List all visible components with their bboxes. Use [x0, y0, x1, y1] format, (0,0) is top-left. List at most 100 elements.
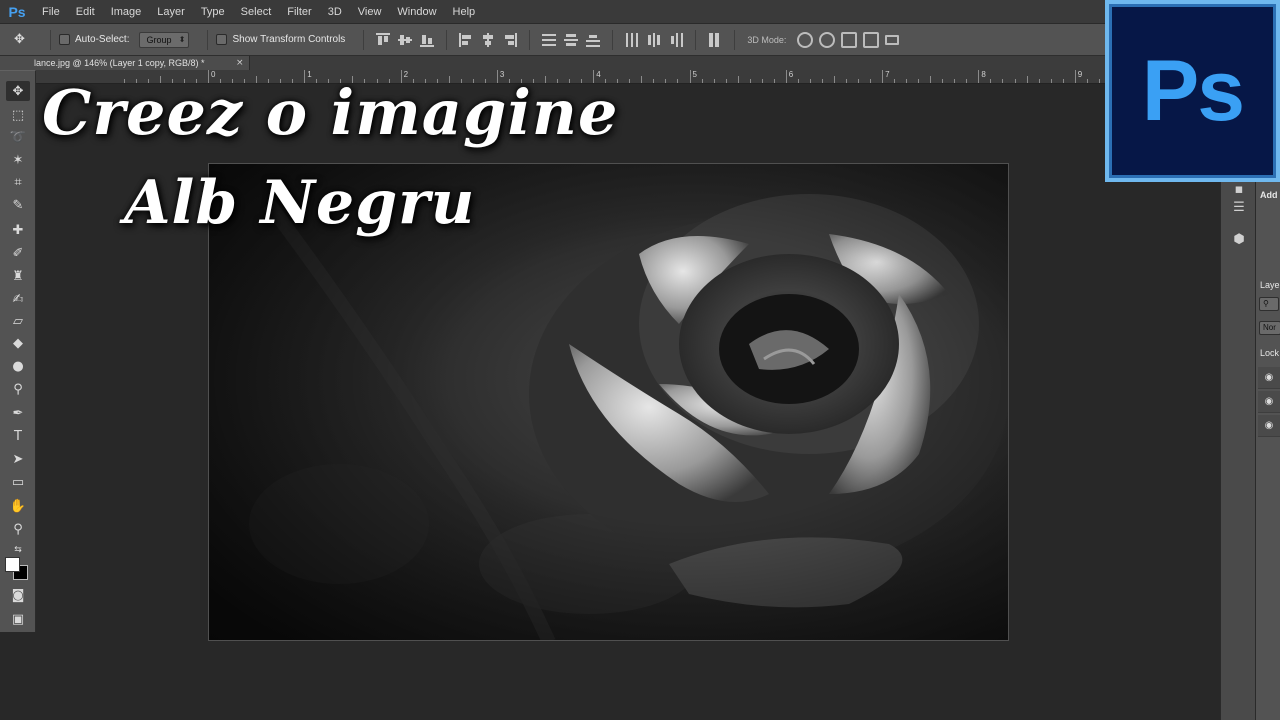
- crop-tool-icon[interactable]: ⌗: [6, 172, 30, 192]
- align-hcenter-icon[interactable]: [481, 32, 495, 47]
- distribute-right-icon[interactable]: [669, 32, 684, 47]
- auto-select-checkbox[interactable]: [59, 34, 70, 45]
- ruler-minor-tick: [809, 79, 811, 83]
- ruler-minor-tick: [472, 79, 474, 83]
- document-tab-title: lance.jpg @ 146% (Layer 1 copy, RGB/8) *: [34, 58, 205, 68]
- separator: [529, 29, 531, 50]
- ruler-minor-tick: [520, 79, 522, 83]
- distribute-hcenter-icon[interactable]: [647, 32, 661, 47]
- 3d-mode-label: 3D Mode:: [747, 34, 787, 45]
- 3d-slide-icon[interactable]: [863, 31, 880, 48]
- quick-mask-icon[interactable]: ◙: [6, 585, 30, 605]
- menu-bar: Ps File Edit Image Layer Type Select Fil…: [0, 0, 1280, 24]
- menu-help[interactable]: Help: [445, 0, 484, 24]
- dodge-tool-icon[interactable]: ⚲: [6, 379, 30, 399]
- align-vcenter-icon[interactable]: [398, 33, 413, 47]
- auto-select-dropdown[interactable]: Group: [139, 31, 190, 48]
- ruler-minor-tick: [821, 79, 823, 83]
- 3d-cube-icon[interactable]: ⬢: [1229, 232, 1249, 250]
- marquee-tool-icon[interactable]: ⬚: [6, 105, 30, 125]
- ruler-minor-tick: [677, 79, 679, 83]
- separator: [695, 29, 697, 50]
- menu-view[interactable]: View: [350, 0, 390, 24]
- clone-stamp-tool-icon[interactable]: ♜: [6, 266, 30, 286]
- ruler-minor-tick: [232, 79, 234, 83]
- move-tool-preset-icon[interactable]: ✥: [14, 32, 42, 47]
- healing-brush-tool-icon[interactable]: ✚: [6, 220, 30, 240]
- screen-mode-icon[interactable]: ▣: [6, 609, 30, 629]
- ruler-major-tick: [689, 70, 691, 83]
- ruler-minor-tick: [424, 79, 426, 83]
- photoshop-logo-tile: Ps: [1109, 4, 1276, 178]
- brush-tool-icon[interactable]: ✐: [6, 243, 30, 263]
- type-tool-icon[interactable]: T: [6, 426, 30, 446]
- menu-3d[interactable]: 3D: [320, 0, 350, 24]
- move-tool-icon[interactable]: ✥: [6, 81, 30, 101]
- distribute-left-icon[interactable]: [625, 32, 639, 47]
- ruler-minor-tick: [833, 76, 835, 83]
- ruler-minor-tick: [147, 79, 149, 83]
- adjustments-sliders-icon[interactable]: ☰: [1229, 200, 1249, 218]
- layer-filter-search-icon[interactable]: ⚲: [1259, 297, 1279, 311]
- history-brush-tool-icon[interactable]: ✍: [6, 289, 30, 309]
- eraser-tool-icon[interactable]: ▱: [6, 311, 30, 331]
- properties-icon[interactable]: ▪: [1229, 182, 1249, 200]
- separator: [734, 29, 736, 50]
- ruler-minor-tick: [460, 79, 462, 83]
- menu-filter[interactable]: Filter: [279, 0, 319, 24]
- ruler-minor-tick: [195, 79, 197, 83]
- layers-panel-tab[interactable]: Laye: [1260, 280, 1280, 290]
- auto-align-layers-icon[interactable]: [708, 32, 722, 47]
- menu-select[interactable]: Select: [233, 0, 280, 24]
- layer-visibility-eye-icon[interactable]: ◉: [1258, 367, 1280, 389]
- distribute-vcenter-icon[interactable]: [564, 33, 579, 47]
- align-left-icon[interactable]: [459, 32, 473, 47]
- menu-file[interactable]: File: [34, 0, 68, 24]
- document-tab[interactable]: lance.jpg @ 146% (Layer 1 copy, RGB/8) *: [0, 56, 250, 70]
- pen-tool-icon[interactable]: ✒: [6, 403, 30, 423]
- ruler-minor-tick: [1026, 76, 1028, 83]
- ruler-minor-tick: [665, 79, 667, 83]
- menu-layer[interactable]: Layer: [149, 0, 193, 24]
- align-bottom-icon[interactable]: [420, 33, 435, 47]
- 3d-pan-icon[interactable]: [841, 31, 858, 48]
- lasso-tool-icon[interactable]: ➰: [6, 127, 30, 147]
- ruler-minor-tick: [268, 79, 270, 83]
- menu-type[interactable]: Type: [193, 0, 233, 24]
- ruler-minor-tick: [448, 76, 450, 83]
- ruler-major-tick: [882, 70, 884, 83]
- hand-tool-icon[interactable]: ✋: [6, 496, 30, 516]
- menu-window[interactable]: Window: [389, 0, 444, 24]
- ruler-minor-tick: [569, 79, 571, 83]
- eyedropper-tool-icon[interactable]: ✎: [6, 195, 30, 215]
- layer-visibility-eye-icon[interactable]: ◉: [1258, 415, 1280, 437]
- distribute-bottom-icon[interactable]: [586, 33, 601, 47]
- blur-tool-icon[interactable]: ●: [6, 356, 30, 376]
- 3d-scale-icon[interactable]: [885, 34, 900, 45]
- close-tab-icon[interactable]: ×: [236, 56, 244, 70]
- 3d-roll-icon[interactable]: [819, 31, 836, 48]
- layer-visibility-eye-icon[interactable]: ◉: [1258, 391, 1280, 413]
- zoom-tool-icon[interactable]: ⚲: [6, 519, 30, 539]
- photoshop-logo-small[interactable]: Ps: [0, 0, 34, 24]
- auto-select-label: Auto-Select:: [75, 34, 130, 45]
- align-right-icon[interactable]: [503, 32, 518, 47]
- ruler-minor-tick: [605, 79, 607, 83]
- ruler-minor-tick: [870, 79, 872, 83]
- menu-image[interactable]: Image: [103, 0, 150, 24]
- rose-photo-image[interactable]: [208, 163, 1009, 641]
- ruler-minor-tick: [653, 79, 655, 83]
- magic-wand-tool-icon[interactable]: ✶: [6, 150, 30, 170]
- distribute-top-icon[interactable]: [542, 33, 557, 47]
- align-top-icon[interactable]: [376, 32, 391, 47]
- show-transform-checkbox[interactable]: [216, 34, 228, 45]
- foreground-color-swatch[interactable]: [5, 557, 20, 572]
- ruler-minor-tick: [617, 79, 619, 83]
- paint-bucket-tool-icon[interactable]: ◆: [6, 333, 30, 353]
- ruler-major-tick: [785, 70, 787, 83]
- rectangle-tool-icon[interactable]: ▭: [6, 472, 30, 492]
- 3d-rotate-icon[interactable]: [797, 31, 814, 48]
- path-selection-tool-icon[interactable]: ➤: [6, 449, 30, 469]
- blend-mode-dropdown[interactable]: Nor: [1259, 321, 1280, 335]
- menu-edit[interactable]: Edit: [68, 0, 103, 24]
